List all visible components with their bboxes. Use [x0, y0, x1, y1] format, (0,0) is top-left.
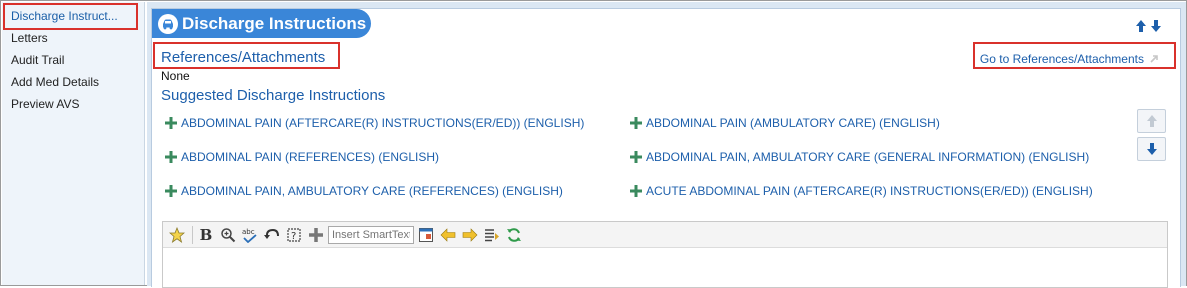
zoom-icon[interactable] [218, 225, 238, 245]
discharge-window: Discharge Instruct... Letters Audit Trai… [0, 0, 1187, 288]
instruction-label: ABDOMINAL PAIN (AFTERCARE(R) INSTRUCTION… [181, 116, 585, 130]
favorites-star-icon[interactable] [167, 225, 187, 245]
arrow-down-icon [1146, 143, 1157, 155]
main-area: Discharge Instructions References/Attach… [147, 2, 1186, 288]
add-icon [165, 117, 177, 129]
smarttext-input[interactable] [328, 225, 414, 244]
car-icon [158, 13, 178, 34]
discharge-panel: Discharge Instructions References/Attach… [151, 8, 1181, 288]
instruction-item[interactable]: ACUTE ABDOMINAL PAIN (AFTERCARE(R) INSTR… [630, 184, 1093, 198]
insert-list-icon[interactable] [482, 225, 502, 245]
sidebar-item-discharge-instructions[interactable]: Discharge Instruct... [11, 9, 118, 23]
references-heading: References/Attachments [161, 49, 326, 66]
go-to-references-label: Go to References/Attachments [979, 52, 1144, 66]
instruction-item[interactable]: ABDOMINAL PAIN, AMBULATORY CARE (REFEREN… [165, 184, 563, 198]
section-title-bar: Discharge Instructions [152, 9, 371, 38]
instruction-item[interactable]: ABDOMINAL PAIN (REFERENCES) (ENGLISH) [165, 150, 439, 164]
scroll-down-button[interactable] [1137, 137, 1166, 161]
toolbar-divider [192, 225, 193, 244]
instruction-label: ABDOMINAL PAIN (AMBULATORY CARE) (ENGLIS… [646, 116, 940, 130]
add-icon [630, 117, 642, 129]
refresh-icon[interactable] [504, 225, 524, 245]
instruction-label: ABDOMINAL PAIN (REFERENCES) (ENGLISH) [181, 150, 440, 164]
sidebar-item-add-med-details[interactable]: Add Med Details [11, 75, 99, 89]
svg-text:abc: abc [242, 228, 255, 236]
page-title: Discharge Instructions [182, 13, 367, 33]
add-icon [165, 151, 177, 163]
instruction-label: ACUTE ABDOMINAL PAIN (AFTERCARE(R) INSTR… [646, 184, 1093, 198]
add-icon [630, 185, 642, 197]
arrow-left-icon[interactable] [438, 225, 458, 245]
instruction-item[interactable]: ABDOMINAL PAIN (AMBULATORY CARE) (ENGLIS… [630, 116, 940, 130]
svg-text:?: ? [291, 231, 296, 242]
arrow-up-icon [1146, 115, 1157, 127]
suggested-heading: Suggested Discharge Instructions [161, 87, 386, 104]
go-to-references-link[interactable]: Go to References/Attachments [980, 52, 1159, 66]
instruction-label: ABDOMINAL PAIN, AMBULATORY CARE (REFEREN… [181, 184, 563, 198]
sidebar-item-preview-avs[interactable]: Preview AVS [11, 97, 79, 111]
add-icon [630, 151, 642, 163]
add-icon[interactable] [306, 225, 326, 245]
add-icon [165, 185, 177, 197]
move-up-icon[interactable] [1135, 19, 1147, 33]
instruction-item[interactable]: ABDOMINAL PAIN (AFTERCARE(R) INSTRUCTION… [165, 116, 584, 130]
external-link-icon [1150, 55, 1158, 63]
instruction-item[interactable]: ABDOMINAL PAIN, AMBULATORY CARE (GENERAL… [630, 150, 1089, 164]
spellcheck-icon[interactable]: abc [240, 225, 260, 245]
bold-icon[interactable]: B [196, 225, 216, 245]
sidebar: Discharge Instruct... Letters Audit Trai… [2, 2, 145, 285]
arrow-right-icon[interactable] [460, 225, 480, 245]
editor-toolbar: B abc ? [163, 222, 1167, 248]
instruction-label: ABDOMINAL PAIN, AMBULATORY CARE (GENERAL… [646, 150, 1090, 164]
smarttext-lookup-icon[interactable] [416, 225, 436, 245]
references-value: None [161, 69, 190, 83]
undo-icon[interactable] [262, 225, 282, 245]
help-icon[interactable]: ? [284, 225, 304, 245]
scroll-up-button[interactable] [1137, 109, 1166, 133]
move-down-icon[interactable] [1150, 19, 1162, 33]
instructions-editor[interactable]: B abc ? [162, 221, 1168, 288]
sidebar-item-letters[interactable]: Letters [11, 31, 48, 45]
sidebar-item-audit-trail[interactable]: Audit Trail [11, 53, 64, 67]
